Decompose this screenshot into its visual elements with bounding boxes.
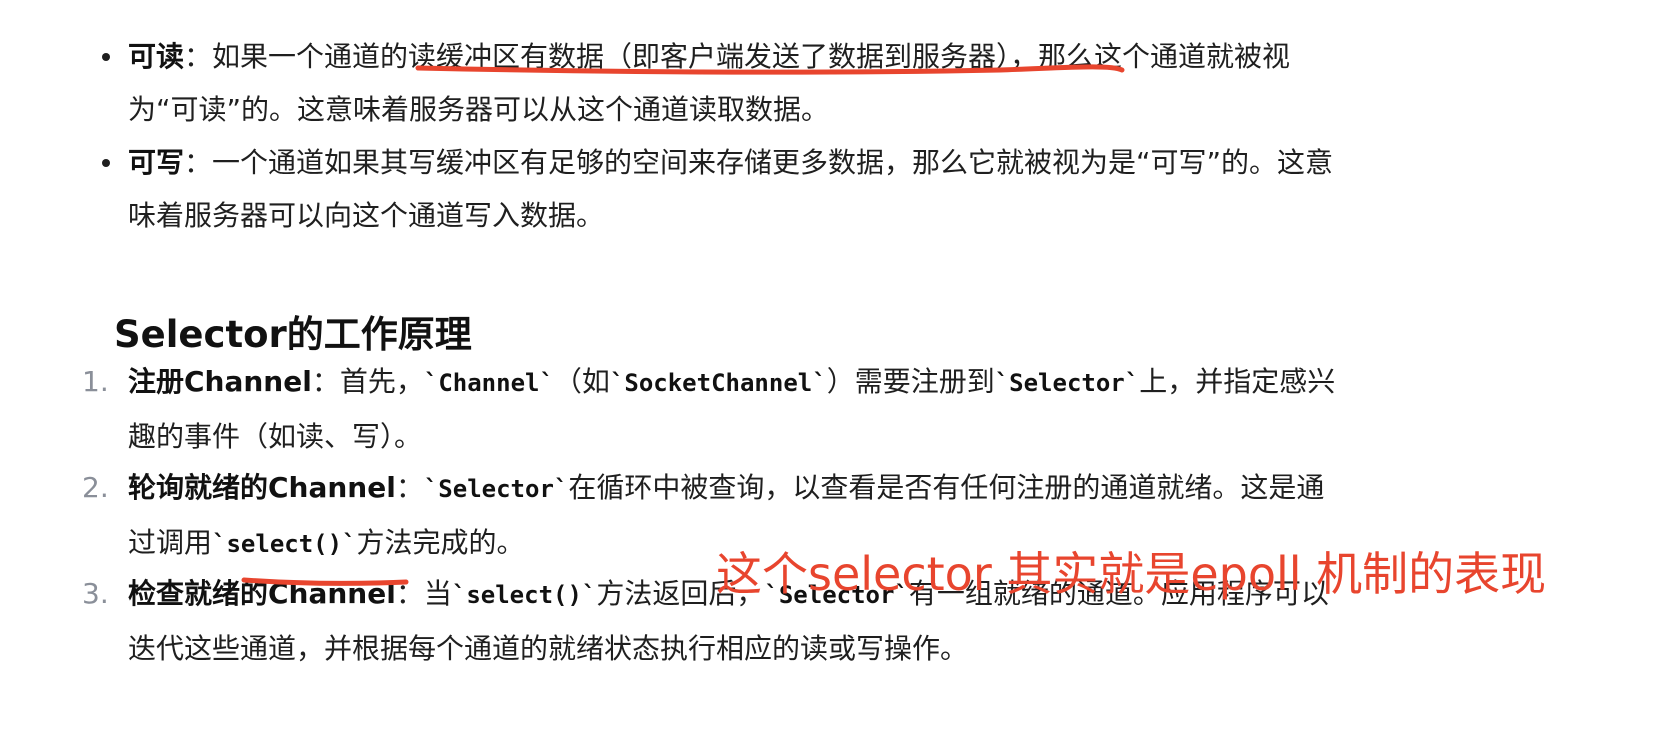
bullet-dot <box>102 159 110 167</box>
writable-line2: 味着服务器可以向这个通道写入数据。 <box>128 199 605 232</box>
writable-line1: 一个通道如果其写缓冲区有足够的空间来存储更多数据，那么它就被视为是“可写”的。这… <box>212 146 1334 179</box>
inline-code: `SocketChannel` <box>609 369 827 397</box>
inline-code: `select()` <box>451 581 597 609</box>
bullet-dot <box>102 53 110 61</box>
step-term: 注册Channel <box>128 365 312 398</box>
readable-line2: 为“可读”的。这意味着服务器可以从这个通道读取数据。 <box>128 93 830 126</box>
step-term: 轮询就绪的Channel <box>128 471 396 504</box>
step-register-channel: 1. 注册Channel：首先，`Channel`（如`SocketChanne… <box>82 355 1528 463</box>
term-writable: 可写 <box>128 146 185 179</box>
list-item-readable: 可读：如果一个通道的读缓冲区有数据（即客户端发送了数据到服务器），那么这个通道就… <box>102 30 1528 136</box>
term-readable: 可读 <box>128 40 185 73</box>
handwritten-annotation: 这个selector 其实就是epoll 机制的表现 <box>716 547 1547 601</box>
inline-code-select: `select()` <box>212 530 357 558</box>
step-number: 3. <box>82 577 109 610</box>
step-number: 2. <box>82 471 109 504</box>
list-item-writable: 可写：一个通道如果其写缓冲区有足够的空间来存储更多数据，那么它就被视为是“可写”… <box>102 136 1528 242</box>
inline-code: `Selector` <box>994 369 1140 397</box>
step-term: 检查就绪的Channel <box>128 577 396 610</box>
inline-code: `Selector` <box>423 475 569 503</box>
section-heading: Selector的工作原理 <box>114 313 472 356</box>
step-number: 1. <box>82 365 109 398</box>
readable-line1: 如果一个通道的读缓冲区有数据（即客户端发送了数据到服务器），那么这个通道就被视 <box>212 40 1291 73</box>
inline-code: `Channel` <box>423 369 554 397</box>
